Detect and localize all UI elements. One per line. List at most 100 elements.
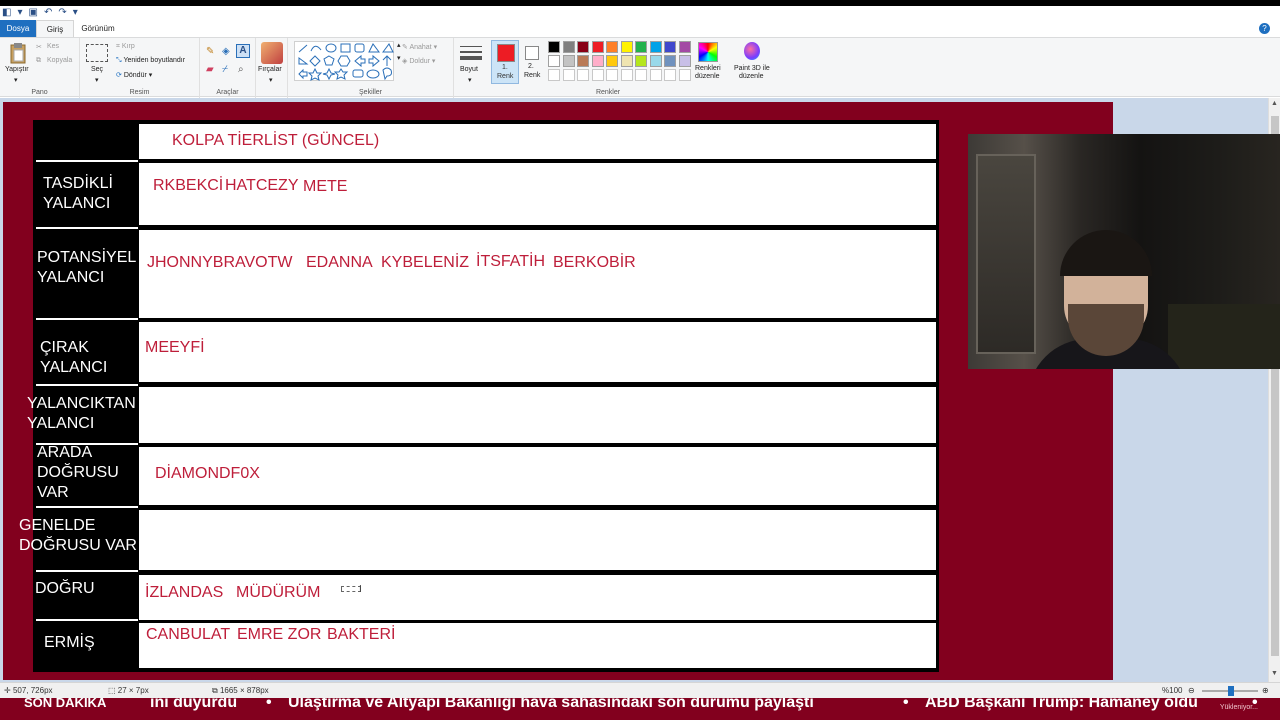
shapes-scroll-icon[interactable]: ▴ (397, 41, 401, 49)
palette-swatch[interactable] (664, 55, 676, 67)
resize-button[interactable]: ⤡ Yeniden boyutlandır (116, 57, 185, 65)
edit-colors-icon[interactable] (698, 42, 718, 62)
color1-button[interactable]: 1. Renk (491, 40, 519, 84)
edit-colors-label-a[interactable]: Renkleri (695, 65, 721, 72)
brushes-group: Fırçalar ▾ (256, 38, 288, 98)
paste-button[interactable] (8, 42, 28, 64)
palette-swatch[interactable] (606, 55, 618, 67)
save-icon[interactable]: ▣ (28, 7, 37, 19)
magnifier-icon[interactable]: ⌕ (238, 64, 244, 75)
color2-swatch (525, 46, 539, 60)
tab-home[interactable]: Giriş (36, 20, 74, 37)
palette-swatch[interactable] (591, 55, 604, 67)
palette-swatch[interactable] (649, 41, 662, 53)
select-dropdown-icon[interactable]: ▾ (95, 76, 99, 84)
zoom-slider-thumb[interactable] (1228, 686, 1234, 696)
palette-swatch[interactable] (649, 55, 662, 67)
palette-swatch[interactable] (620, 41, 633, 53)
size-button[interactable]: Boyut (460, 66, 478, 73)
tier-row-cell[interactable] (139, 322, 936, 382)
color2-label-a: 2. (528, 63, 534, 70)
text-tool-icon[interactable]: A (236, 44, 250, 58)
copy-button[interactable]: Kopyala (47, 57, 72, 64)
color-picker-icon[interactable]: ⌿ (222, 64, 228, 75)
palette-empty-swatch[interactable] (606, 69, 618, 81)
line-width-icon (460, 46, 482, 60)
palette-swatch[interactable] (591, 41, 604, 53)
colors-group-label: Renkler (595, 89, 621, 96)
image-size: ⧉ 1665 × 878px (212, 686, 269, 695)
palette-swatch[interactable] (606, 41, 618, 53)
palette-swatch[interactable] (548, 55, 560, 67)
select-button[interactable]: Seç (91, 66, 103, 73)
palette-swatch[interactable] (664, 41, 676, 53)
shapes-gallery[interactable] (294, 41, 394, 81)
text-selection-marquee[interactable] (341, 586, 361, 592)
color2-button[interactable]: 2. Renk (521, 40, 545, 84)
edit-colors-label-b[interactable]: düzenle (695, 73, 720, 80)
palette-swatch[interactable] (577, 41, 589, 53)
tier-label: ÇIRAK YALANCI (40, 338, 107, 378)
rotate-button[interactable]: ⟳ Döndür ▾ (116, 71, 152, 79)
outline-button[interactable]: ✎ Anahat ▾ (402, 43, 437, 51)
color1-label-b: Renk (497, 73, 514, 80)
scroll-up-icon[interactable]: ▲ (1271, 100, 1278, 107)
pencil-icon[interactable]: ✎ (206, 46, 214, 57)
palette-empty-swatch[interactable] (649, 69, 662, 81)
dropdown-icon[interactable]: ▾ (17, 7, 22, 19)
brushes-dropdown-icon[interactable]: ▾ (269, 76, 273, 84)
size-icon[interactable] (460, 44, 482, 62)
rotate-icon: ⟳ (116, 72, 122, 79)
zoom-out-icon[interactable]: ⊖ (1188, 683, 1195, 699)
select-icon[interactable] (86, 44, 108, 62)
size-group: Boyut ▾ (454, 38, 488, 98)
tier-row-cell[interactable] (139, 510, 936, 570)
scroll-down-icon[interactable]: ▼ (1271, 670, 1278, 677)
palette-swatch[interactable] (678, 55, 691, 67)
tab-view[interactable]: Görünüm (74, 20, 122, 37)
tier-row-cell[interactable] (139, 230, 936, 318)
size-dropdown-icon[interactable]: ▾ (468, 76, 472, 84)
paste-label[interactable]: Yapıştır (5, 66, 29, 73)
fill-icon[interactable]: ◈ (222, 46, 230, 57)
eraser-icon[interactable]: ▰ (206, 64, 214, 75)
palette-swatch[interactable] (620, 55, 633, 67)
palette-swatch[interactable] (678, 41, 691, 53)
paint3d-label-a[interactable]: Paint 3D ile (734, 65, 770, 72)
palette-swatch[interactable] (635, 41, 647, 53)
zoom-in-icon[interactable]: ⊕ (1262, 683, 1269, 699)
brush-icon[interactable] (261, 42, 283, 64)
paint-app-icon: ◧ (2, 7, 12, 18)
palette-swatch[interactable] (562, 41, 575, 53)
customize-icon[interactable]: ▾ (73, 7, 78, 19)
redo-icon[interactable]: ↷ (58, 7, 66, 19)
tier-label-line: ÇIRAK (40, 339, 89, 356)
palette-swatch[interactable] (562, 55, 575, 67)
palette-swatch[interactable] (548, 41, 560, 53)
row-divider (36, 506, 138, 508)
palette-empty-swatch[interactable] (548, 69, 560, 81)
cut-button[interactable]: Kes (47, 43, 59, 50)
palette-empty-swatch[interactable] (591, 69, 604, 81)
palette-empty-swatch[interactable] (678, 69, 691, 81)
fill-button[interactable]: ◈ Doldur ▾ (402, 57, 435, 65)
shapes-scroll-down-icon[interactable]: ▾ (397, 54, 401, 62)
paint3d-icon[interactable] (744, 42, 760, 60)
paint3d-label-b[interactable]: düzenle (739, 73, 764, 80)
palette-empty-swatch[interactable] (577, 69, 589, 81)
tab-file[interactable]: Dosya (0, 20, 36, 37)
undo-icon[interactable]: ↶ (44, 7, 52, 19)
loading-indicator: Yükleniyor... (1219, 704, 1258, 711)
tier-row-cell[interactable] (139, 387, 936, 443)
palette-empty-swatch[interactable] (620, 69, 633, 81)
palette-empty-swatch[interactable] (562, 69, 575, 81)
palette-swatch[interactable] (577, 55, 589, 67)
tier-name: İTSFATİH (476, 253, 546, 270)
help-icon[interactable]: ? (1259, 23, 1270, 34)
crop-button[interactable]: ⌗ Kırp (116, 43, 135, 51)
paste-dropdown-icon[interactable]: ▾ (14, 76, 18, 84)
palette-empty-swatch[interactable] (664, 69, 676, 81)
palette-swatch[interactable] (635, 55, 647, 67)
palette-empty-swatch[interactable] (635, 69, 647, 81)
brushes-button[interactable]: Fırçalar (258, 66, 282, 73)
